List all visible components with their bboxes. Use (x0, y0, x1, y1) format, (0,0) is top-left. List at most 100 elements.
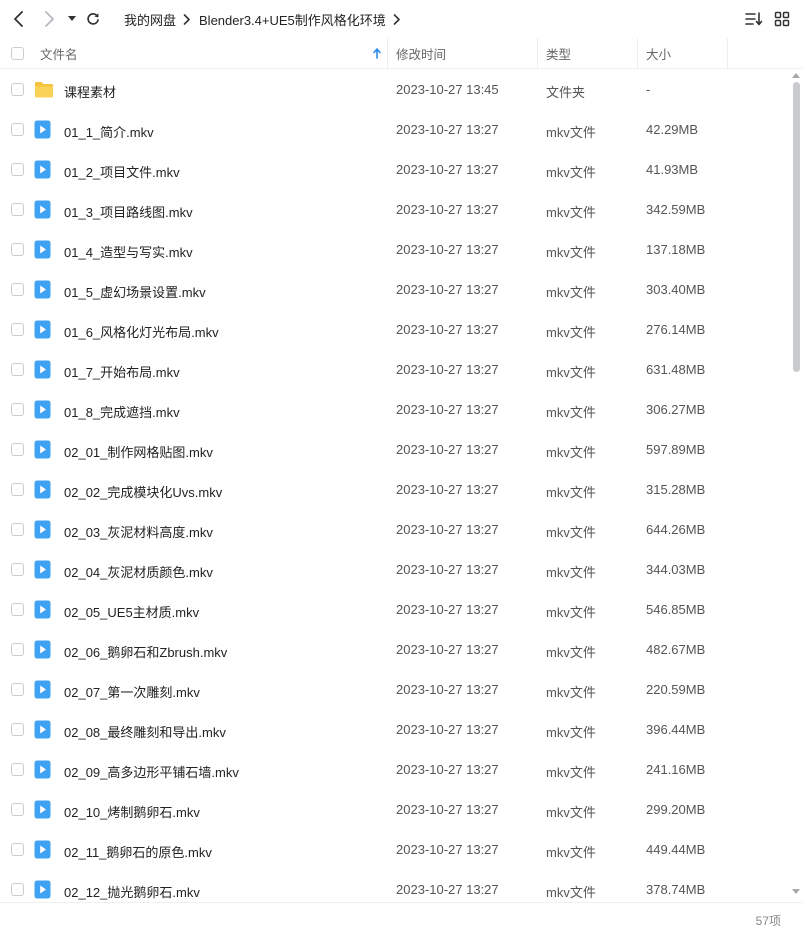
file-modified: 2023-10-27 13:27 (396, 842, 499, 857)
refresh-icon (87, 13, 99, 25)
file-modified: 2023-10-27 13:27 (396, 322, 499, 337)
file-type: mkv文件 (546, 685, 596, 700)
file-row[interactable]: 课程素材 2023-10-27 13:45 文件夹 - (0, 70, 789, 110)
file-size: 299.20MB (646, 802, 706, 817)
sort-button[interactable] (744, 9, 764, 29)
row-checkbox[interactable] (11, 643, 24, 656)
row-checkbox[interactable] (11, 803, 24, 816)
file-name: 02_02_完成模块化Uvs.mkv (64, 485, 223, 500)
row-checkbox[interactable] (11, 323, 24, 336)
file-row[interactable]: 01_2_项目文件.mkv 2023-10-27 13:27 mkv文件 41.93M… (0, 150, 789, 190)
column-divider[interactable] (387, 38, 388, 69)
view-toggle-button[interactable] (772, 9, 792, 29)
refresh-button[interactable] (82, 8, 104, 30)
file-row[interactable]: 02_10_烤制鹅卵石.mkv 2023-10-27 13:27 mkv文件 299.… (0, 790, 789, 830)
file-row[interactable]: 02_01_制作网格贴图.mkv 2023-10-27 13:27 mkv文件 597… (0, 430, 789, 470)
row-checkbox[interactable] (11, 563, 24, 576)
video-file-icon (34, 760, 53, 779)
row-checkbox[interactable] (11, 123, 24, 136)
file-row[interactable]: 02_05_UE5主材质.mkv 2023-10-27 13:27 mkv文件 546… (0, 590, 789, 630)
chevron-right-icon (393, 14, 401, 25)
column-size-label: 大小 (646, 48, 672, 62)
video-file-icon (34, 800, 53, 819)
file-row[interactable]: 01_3_项目路线图.mkv 2023-10-27 13:27 mkv文件 342.5… (0, 190, 789, 230)
video-file-icon (34, 560, 53, 579)
file-row[interactable]: 02_08_最终雕刻和导出.mkv 2023-10-27 13:27 mkv文件 39… (0, 710, 789, 750)
file-modified: 2023-10-27 13:27 (396, 242, 499, 257)
column-divider[interactable] (637, 38, 638, 69)
video-file-icon (34, 840, 53, 859)
file-size: 306.27MB (646, 402, 706, 417)
file-name: 02_03_灰泥材料高度.mkv (64, 525, 213, 540)
row-checkbox[interactable] (11, 243, 24, 256)
vertical-scrollbar[interactable] (789, 70, 803, 902)
file-row[interactable]: 02_04_灰泥材质颜色.mkv 2023-10-27 13:27 mkv文件 344… (0, 550, 789, 590)
caret-down-icon (68, 16, 76, 21)
file-row[interactable]: 02_09_高多边形平铺石墙.mkv 2023-10-27 13:27 mkv文件 2… (0, 750, 789, 790)
file-size: 449.44MB (646, 842, 706, 857)
file-row[interactable]: 01_6_风格化灯光布局.mkv 2023-10-27 13:27 mkv文件 276… (0, 310, 789, 350)
file-row[interactable]: 01_1_简介.mkv 2023-10-27 13:27 mkv文件 42.29MB (0, 110, 789, 150)
breadcrumb-item-root[interactable]: 我的网盘 (124, 10, 176, 29)
row-checkbox[interactable] (11, 443, 24, 456)
file-row[interactable]: 01_5_虚幻场景设置.mkv 2023-10-27 13:27 mkv文件 303.… (0, 270, 789, 310)
column-divider[interactable] (727, 38, 728, 69)
file-row[interactable]: 02_03_灰泥材料高度.mkv 2023-10-27 13:27 mkv文件 644… (0, 510, 789, 550)
file-row[interactable]: 02_06_鹅卵石和Zbrush.mkv 2023-10-27 13:27 mkv文… (0, 630, 789, 670)
row-checkbox[interactable] (11, 763, 24, 776)
row-checkbox[interactable] (11, 523, 24, 536)
scroll-up-arrow-icon[interactable] (792, 72, 800, 78)
breadcrumb-item-current[interactable]: Blender3.4+UE5制作风格化环境 (199, 10, 386, 29)
column-modified[interactable]: 修改时间 (396, 38, 536, 69)
file-modified: 2023-10-27 13:27 (396, 722, 499, 737)
file-name: 02_05_UE5主材质.mkv (64, 605, 200, 620)
file-type: mkv文件 (546, 325, 596, 340)
row-checkbox[interactable] (11, 603, 24, 616)
file-row[interactable]: 02_11_鹅卵石的原色.mkv 2023-10-27 13:27 mkv文件 449… (0, 830, 789, 870)
row-checkbox[interactable] (11, 83, 24, 96)
scroll-down-arrow-icon[interactable] (792, 889, 800, 895)
history-dropdown-button[interactable] (62, 8, 82, 30)
item-count: 57项 (755, 914, 781, 928)
grid-view-icon (774, 11, 790, 27)
row-checkbox[interactable] (11, 403, 24, 416)
scrollbar-thumb[interactable] (793, 82, 800, 372)
file-row[interactable]: 02_12_抛光鹅卵石.mkv 2023-10-27 13:27 mkv文件 378.… (0, 870, 789, 902)
file-name: 01_7_开始布局.mkv (64, 365, 180, 380)
file-type: mkv文件 (546, 525, 596, 540)
row-checkbox[interactable] (11, 683, 24, 696)
video-file-icon (34, 280, 53, 299)
video-file-icon (34, 200, 53, 219)
column-type[interactable]: 类型 (546, 38, 636, 69)
video-file-icon (34, 680, 53, 699)
row-checkbox[interactable] (11, 203, 24, 216)
file-name: 02_09_高多边形平铺石墙.mkv (64, 765, 239, 780)
column-name[interactable]: 文件名 (40, 38, 386, 69)
select-all-checkbox[interactable] (11, 47, 24, 60)
file-row[interactable]: 01_4_造型与写实.mkv 2023-10-27 13:27 mkv文件 137.1… (0, 230, 789, 270)
row-checkbox[interactable] (11, 163, 24, 176)
row-checkbox[interactable] (11, 363, 24, 376)
column-divider[interactable] (537, 38, 538, 69)
file-size: 220.59MB (646, 682, 706, 697)
row-checkbox[interactable] (11, 843, 24, 856)
video-file-icon (34, 320, 53, 339)
forward-button[interactable] (38, 8, 60, 30)
file-modified: 2023-10-27 13:27 (396, 642, 499, 657)
row-checkbox[interactable] (11, 723, 24, 736)
file-row[interactable]: 02_07_第一次雕刻.mkv 2023-10-27 13:27 mkv文件 220.… (0, 670, 789, 710)
file-list: 课程素材 2023-10-27 13:45 文件夹 - 01_1_简介.mkv 2023-… (0, 70, 789, 902)
video-file-icon (34, 880, 53, 899)
column-size[interactable]: 大小 (646, 38, 726, 69)
file-row[interactable]: 02_02_完成模块化Uvs.mkv 2023-10-27 13:27 mkv文件 3… (0, 470, 789, 510)
file-size: 344.03MB (646, 562, 706, 577)
video-file-icon (34, 600, 53, 619)
file-type: mkv文件 (546, 445, 596, 460)
back-button[interactable] (8, 8, 30, 30)
file-row[interactable]: 01_8_完成遮挡.mkv 2023-10-27 13:27 mkv文件 306.27… (0, 390, 789, 430)
video-file-icon (34, 160, 53, 179)
file-row[interactable]: 01_7_开始布局.mkv 2023-10-27 13:27 mkv文件 631.48… (0, 350, 789, 390)
row-checkbox[interactable] (11, 283, 24, 296)
row-checkbox[interactable] (11, 483, 24, 496)
row-checkbox[interactable] (11, 883, 24, 896)
